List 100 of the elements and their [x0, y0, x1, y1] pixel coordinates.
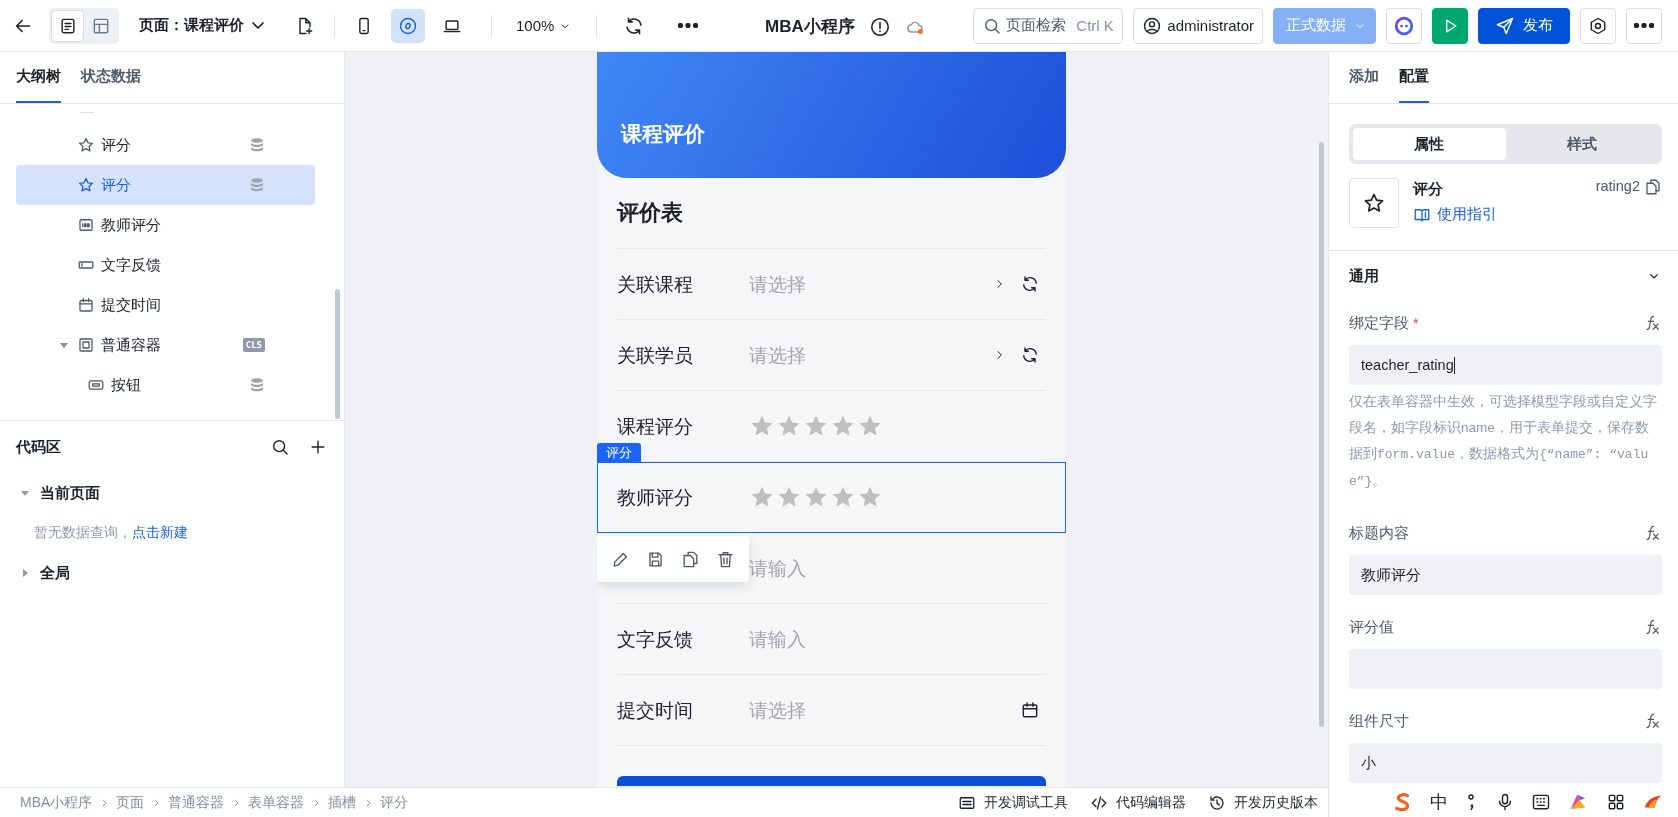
more-button[interactable] [1626, 7, 1662, 44]
required-mark: * [1413, 314, 1419, 331]
tree-item[interactable]: 提交时间 [16, 285, 315, 325]
tree-item[interactable]: 按钮 [26, 365, 315, 405]
zoom-selector[interactable]: 100% [504, 17, 585, 34]
preview-button[interactable] [1432, 7, 1468, 44]
panel-tab[interactable]: 状态数据 [81, 52, 141, 103]
settings-icon [1588, 15, 1608, 36]
field-label: 关联学员 [617, 343, 694, 368]
selection-tag: 评分 [597, 443, 641, 462]
panel-tab[interactable]: 配置 [1399, 52, 1429, 103]
group-title[interactable]: 全局 [40, 563, 70, 583]
form-title: 评价表 [617, 199, 683, 227]
history-icon [1208, 793, 1226, 812]
star-icon [1362, 191, 1386, 215]
search-field[interactable]: 页面检索 Ctrl K [973, 7, 1124, 44]
scrollbar[interactable] [335, 289, 340, 419]
calendar-icon [77, 296, 95, 314]
form-row[interactable]: 关联课程 请选择 [597, 249, 1066, 320]
field-label: 组件尺寸 [1349, 712, 1409, 729]
number-icon [77, 216, 95, 234]
database-icon [249, 177, 265, 193]
form-row[interactable]: 文字反馈 请输入 [597, 604, 1066, 675]
tree-item-label: 文字反馈 [101, 255, 162, 275]
tree-item-label: 教师评分 [101, 215, 162, 235]
input-field[interactable]: 小 [1349, 743, 1662, 783]
tree-item-label: 提交时间 [101, 295, 162, 315]
container-icon [77, 336, 95, 354]
field-label: 提交时间 [617, 698, 694, 723]
page-selector[interactable]: 页面：课程评价 [139, 16, 264, 35]
tool-button[interactable]: 代码编辑器 [1090, 793, 1186, 812]
group-title[interactable]: 当前页面 [40, 483, 100, 503]
form-row[interactable]: 教师评分 [597, 462, 1066, 533]
field-label: 标题内容 [1349, 524, 1409, 541]
alert-icon [868, 15, 891, 38]
publish-button[interactable]: 发布 [1478, 7, 1570, 44]
guide-link[interactable]: 使用指引 [1413, 205, 1497, 224]
panel-tab[interactable]: 添加 [1349, 52, 1379, 103]
tree-item[interactable]: 普通容器 CLS [16, 325, 315, 365]
search-icon[interactable] [270, 437, 290, 457]
code-icon [1090, 793, 1108, 812]
tree-item-label: 评分 [101, 175, 132, 195]
tree-item[interactable]: 评分 [16, 165, 315, 205]
segment-tab[interactable]: 样式 [1505, 128, 1658, 160]
section-title: 通用 [1349, 266, 1380, 286]
scrollbar[interactable] [1319, 142, 1324, 727]
delete-icon[interactable] [716, 549, 735, 569]
segment-tab[interactable]: 属性 [1353, 128, 1506, 160]
tree-item[interactable]: 评分 [16, 125, 315, 165]
page-name: 页面：课程评价 [139, 16, 244, 35]
section-title: 代码区 [16, 437, 62, 457]
panel-tab[interactable]: 大纲树 [16, 52, 61, 103]
create-link[interactable]: 点击新建 [132, 524, 188, 542]
input-mode[interactable]: 中 [1430, 790, 1449, 814]
input-field[interactable]: 教师评分 [1349, 555, 1662, 595]
database-icon [249, 137, 265, 153]
caret-icon[interactable] [20, 568, 30, 578]
view-mode-tab[interactable] [51, 9, 84, 42]
field-label: 绑定字段 [1349, 314, 1409, 331]
robot-icon [1393, 14, 1415, 37]
user-button[interactable]: administrator [1133, 7, 1263, 44]
star-icon [77, 176, 95, 194]
caret-icon[interactable] [59, 340, 69, 350]
tree-item[interactable]: 文字反馈 [16, 245, 315, 285]
caret-icon[interactable] [20, 488, 30, 498]
form-row[interactable]: 提交时间 请选择 [597, 675, 1066, 746]
copy-icon[interactable] [1644, 178, 1662, 196]
tool-button[interactable]: 开发历史版本 [1208, 793, 1318, 812]
field-label: 文字反馈 [617, 627, 694, 652]
assistant-button[interactable] [1386, 7, 1422, 44]
refresh-icon[interactable] [1020, 345, 1040, 365]
tool-button[interactable]: 开发调试工具 [958, 793, 1068, 812]
chevron-down-icon [252, 22, 264, 29]
field-label: 评分值 [1349, 618, 1394, 635]
app-title: MBA小程序 [765, 16, 855, 38]
form-row[interactable]: 关联学员 请选择 [597, 320, 1066, 391]
view-mode-switch[interactable] [49, 7, 119, 44]
field-label: 关联课程 [617, 272, 694, 297]
keyboard-icon[interactable] [1531, 792, 1552, 812]
star-icon [77, 136, 95, 154]
save-icon[interactable] [646, 549, 665, 569]
input-field[interactable]: teacher_rating [1349, 345, 1662, 385]
settings-button[interactable] [1580, 7, 1616, 44]
empty-message: 暂无数据查询，点击新建 [33, 523, 189, 544]
class-badge: CLS [242, 338, 265, 352]
copy-icon[interactable] [681, 549, 700, 569]
field-label: 教师评分 [617, 485, 694, 510]
search-placeholder: 页面检索 [1006, 16, 1067, 35]
help-text: 仅在表单容器中生效，可选择模型字段或自定义字段名，如字段标识name，用于表单提交，保存数据到form.value，数据格式为{“name”: “value”}。 [1349, 393, 1658, 491]
more-icon [1634, 23, 1654, 28]
calendar-icon [1020, 700, 1040, 720]
send-icon [1495, 15, 1515, 36]
tree-item[interactable]: 教师评分 [16, 205, 315, 245]
field-label: 课程评分 [617, 414, 694, 439]
database-icon [249, 377, 265, 393]
refresh-icon[interactable] [1020, 274, 1040, 294]
component-name: 评分 [1413, 180, 1444, 199]
link-icon [398, 15, 418, 36]
page-title: 课程评价 [621, 121, 705, 147]
tree-item-label: 评分 [101, 135, 132, 155]
